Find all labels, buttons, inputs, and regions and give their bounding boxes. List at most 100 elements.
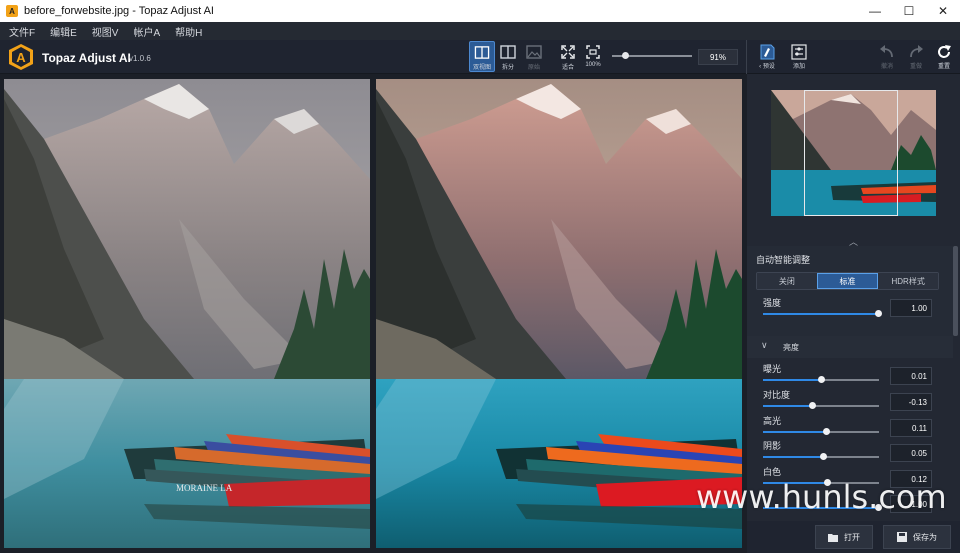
navigator-viewport-frame[interactable] bbox=[804, 90, 898, 216]
dual-view-icon bbox=[474, 46, 490, 59]
param-value-field[interactable]: -0.13 bbox=[890, 393, 932, 411]
auto-adjust-title: 自动智能调整 bbox=[756, 255, 811, 265]
actual-size-icon bbox=[586, 45, 600, 59]
zoom-value-field[interactable]: 91% bbox=[698, 49, 738, 65]
param-slider-fill bbox=[763, 456, 824, 458]
split-view-label: 拆分 bbox=[501, 65, 514, 71]
mode-hdr-button[interactable]: HDR样式 bbox=[878, 273, 939, 289]
strength-slider[interactable] bbox=[763, 310, 882, 317]
fit-icon bbox=[561, 45, 575, 59]
adjusted-image-pane[interactable] bbox=[376, 79, 742, 548]
open-button[interactable]: 打开 bbox=[815, 525, 873, 549]
sidebar-scrollbar[interactable] bbox=[953, 246, 958, 336]
navigator-thumbnail[interactable] bbox=[771, 90, 936, 216]
close-icon[interactable]: ✕ bbox=[926, 0, 960, 22]
fit-label: 适合 bbox=[561, 65, 574, 71]
param-label: 高光 bbox=[763, 416, 782, 426]
strength-slider-fill bbox=[763, 313, 879, 315]
reset-icon bbox=[938, 45, 951, 58]
redo-icon bbox=[910, 45, 923, 58]
maximize-icon[interactable]: ☐ bbox=[892, 0, 926, 22]
auto-adjust-mode-toggle: 关闭 标准 HDR样式 bbox=[756, 272, 939, 290]
watermark-text: www.hunls.com bbox=[696, 478, 947, 516]
reset-label: 重置 bbox=[937, 64, 950, 70]
toolbar-divider bbox=[746, 40, 747, 74]
svg-text:MORAINE LA: MORAINE LA bbox=[176, 483, 233, 493]
add-preset-button[interactable]: 添加 bbox=[782, 41, 816, 72]
strength-slider-handle[interactable] bbox=[875, 310, 882, 317]
menu-account[interactable]: 帐户A bbox=[133, 24, 160, 39]
original-view-label: 原始 bbox=[527, 65, 540, 71]
menu-view[interactable]: 视图V bbox=[92, 24, 119, 39]
fit-button[interactable]: 适合 bbox=[555, 41, 581, 72]
redo-label: 重做 bbox=[909, 64, 922, 70]
brightness-section-header[interactable]: ∨ 亮度 bbox=[747, 336, 953, 358]
app-logo-icon: A bbox=[9, 44, 33, 70]
param-label: 对比度 bbox=[763, 390, 791, 400]
param-label: 白色 bbox=[763, 467, 782, 477]
app-version: v1.0.6 bbox=[129, 54, 151, 63]
add-label: 添加 bbox=[792, 64, 805, 70]
chevron-down-icon: ∨ bbox=[761, 340, 768, 350]
undo-label: 撤消 bbox=[880, 64, 893, 70]
zoom-100-button[interactable]: 100% bbox=[580, 41, 606, 72]
mode-off-button[interactable]: 关闭 bbox=[757, 273, 817, 289]
preset-icon bbox=[760, 44, 775, 60]
param-slider[interactable] bbox=[763, 453, 879, 460]
folder-icon bbox=[828, 533, 838, 542]
split-view-icon bbox=[500, 45, 516, 59]
toolbar: A Topaz Adjust AI v1.0.6 双视图 拆分 原始 适合 10… bbox=[0, 40, 960, 74]
window-title: before_forwebsite.jpg - Topaz Adjust AI bbox=[24, 5, 214, 17]
landscape-photo-adjusted bbox=[376, 79, 742, 548]
svg-text:A: A bbox=[16, 50, 26, 65]
open-label: 打开 bbox=[844, 532, 860, 542]
menu-bar: 文件F 编辑E 视图V 帐户A 帮助H bbox=[0, 22, 960, 40]
param-value-field[interactable]: 0.01 bbox=[890, 367, 932, 385]
param-value-field[interactable]: 0.11 bbox=[890, 419, 932, 437]
param-label: 曝光 bbox=[763, 364, 782, 374]
split-view-button[interactable]: 拆分 bbox=[495, 41, 521, 72]
param-slider-handle[interactable] bbox=[820, 453, 827, 460]
param-slider[interactable] bbox=[763, 428, 879, 435]
app-name: Topaz Adjust AI bbox=[42, 51, 131, 65]
preset-label: ‹ 预设 bbox=[759, 64, 775, 70]
param-slider[interactable] bbox=[763, 402, 879, 409]
param-slider-handle[interactable] bbox=[823, 428, 830, 435]
zoom-100-label: 100% bbox=[585, 62, 601, 68]
zoom-slider-handle[interactable] bbox=[622, 52, 629, 59]
sliders-add-icon bbox=[791, 44, 807, 60]
menu-edit[interactable]: 编辑E bbox=[50, 24, 77, 39]
param-slider-fill bbox=[763, 405, 813, 407]
menu-file[interactable]: 文件F bbox=[9, 24, 35, 39]
dual-view-label: 双视图 bbox=[472, 65, 491, 71]
param-slider-handle[interactable] bbox=[809, 402, 816, 409]
strength-label: 强度 bbox=[763, 298, 782, 308]
minimize-icon[interactable]: — bbox=[858, 0, 892, 22]
param-slider-fill bbox=[763, 379, 822, 381]
param-slider-fill bbox=[763, 431, 827, 433]
original-image-pane[interactable]: MORAINE LA bbox=[4, 79, 370, 548]
mode-standard-button[interactable]: 标准 bbox=[816, 273, 879, 289]
brightness-title: 亮度 bbox=[783, 343, 799, 352]
preset-button[interactable]: ‹ 预设 bbox=[750, 41, 784, 72]
image-canvas[interactable]: MORAINE LA bbox=[0, 74, 746, 553]
reset-button[interactable]: 重置 bbox=[927, 41, 960, 72]
original-view-button[interactable]: 原始 bbox=[521, 41, 547, 72]
strength-value-field[interactable]: 1.00 bbox=[890, 299, 932, 317]
image-icon bbox=[526, 45, 542, 59]
save-as-label: 保存为 bbox=[913, 532, 937, 542]
window-title-bar: A before_forwebsite.jpg - Topaz Adjust A… bbox=[0, 0, 960, 22]
param-label: 阴影 bbox=[763, 441, 782, 451]
save-icon bbox=[897, 532, 907, 542]
save-as-button[interactable]: 保存为 bbox=[883, 525, 951, 549]
param-slider-handle[interactable] bbox=[818, 376, 825, 383]
param-slider[interactable] bbox=[763, 376, 879, 383]
undo-icon bbox=[880, 45, 893, 58]
bottom-action-bar: 打开 保存为 bbox=[747, 521, 960, 553]
landscape-photo-original: MORAINE LA bbox=[4, 79, 370, 548]
param-value-field[interactable]: 0.05 bbox=[890, 444, 932, 462]
preset-text: 预设 bbox=[762, 64, 775, 70]
menu-help[interactable]: 帮助H bbox=[175, 24, 202, 39]
topaz-logo-icon: A bbox=[6, 5, 18, 17]
dual-view-button[interactable]: 双视图 bbox=[469, 41, 495, 72]
